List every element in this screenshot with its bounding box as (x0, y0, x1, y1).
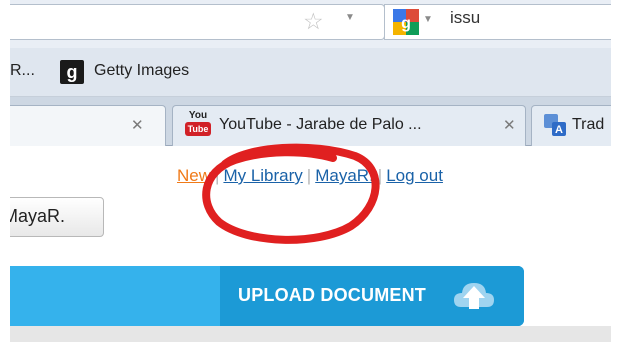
youtube-icon-you: You (188, 110, 208, 121)
bookmark-star-icon[interactable]: ☆ (303, 8, 324, 34)
content-divider (10, 326, 611, 342)
search-engine-dropdown-icon[interactable]: ▼ (423, 14, 433, 25)
user-menu-label: MayaR. (10, 206, 66, 226)
address-dropdown-icon[interactable]: ▼ (345, 12, 355, 23)
upload-document-button[interactable]: UPLOAD DOCUMENT (220, 266, 524, 326)
screenshot: ☆ ▼ g ▼ issu R... g Getty Images ✕ You T… (10, 0, 611, 342)
tab-active[interactable]: ✕ (10, 105, 166, 146)
bookmark-item-getty-images[interactable]: Getty Images (94, 62, 189, 80)
youtube-icon-tube: Tube (185, 122, 211, 136)
youtube-icon: You Tube (183, 110, 213, 140)
bookmarks-bar: R... g Getty Images (10, 48, 611, 97)
link-separator: | (215, 166, 220, 185)
logout-link[interactable]: Log out (386, 166, 443, 185)
tab-title-translate: Trad (572, 116, 605, 133)
link-separator: | (306, 166, 312, 185)
tab-translate[interactable]: A Trad (531, 105, 611, 146)
upload-document-label: UPLOAD DOCUMENT (238, 285, 426, 305)
address-bar[interactable]: ☆ ▼ (10, 4, 385, 40)
getty-images-icon[interactable]: g (60, 60, 84, 84)
google-search-engine-icon[interactable]: g (393, 9, 419, 35)
my-library-link[interactable]: My Library (223, 166, 302, 185)
search-input-text[interactable]: issu (450, 8, 480, 28)
cloud-upload-icon (454, 283, 494, 309)
tab-strip: ✕ You Tube YouTube - Jarabe de Palo ... … (10, 97, 611, 146)
upload-bar: UPLOAD DOCUMENT (10, 266, 524, 326)
link-separator: | (377, 166, 383, 185)
red-annotation-circle (202, 143, 380, 244)
new-link[interactable]: New (177, 166, 211, 185)
search-box[interactable]: g ▼ issu (384, 4, 611, 40)
user-menu-button[interactable]: MayaR. (10, 197, 104, 237)
user-links: New | My Library | MayaR. | Log out (177, 166, 443, 186)
tab-title-youtube: YouTube - Jarabe de Palo ... (219, 116, 422, 133)
close-tab-icon[interactable]: ✕ (131, 116, 144, 134)
user-profile-link[interactable]: MayaR. (315, 166, 374, 185)
bookmark-item-prev[interactable]: R... (10, 62, 35, 80)
close-tab-icon[interactable]: ✕ (503, 116, 516, 134)
translate-icon: A (544, 114, 566, 136)
navigation-toolbar: ☆ ▼ g ▼ issu (10, 0, 611, 48)
upload-bar-left (10, 266, 220, 326)
tab-youtube[interactable]: You Tube YouTube - Jarabe de Palo ... ✕ (172, 105, 526, 146)
svg-text:g: g (401, 15, 411, 32)
svg-text:A: A (555, 124, 563, 136)
